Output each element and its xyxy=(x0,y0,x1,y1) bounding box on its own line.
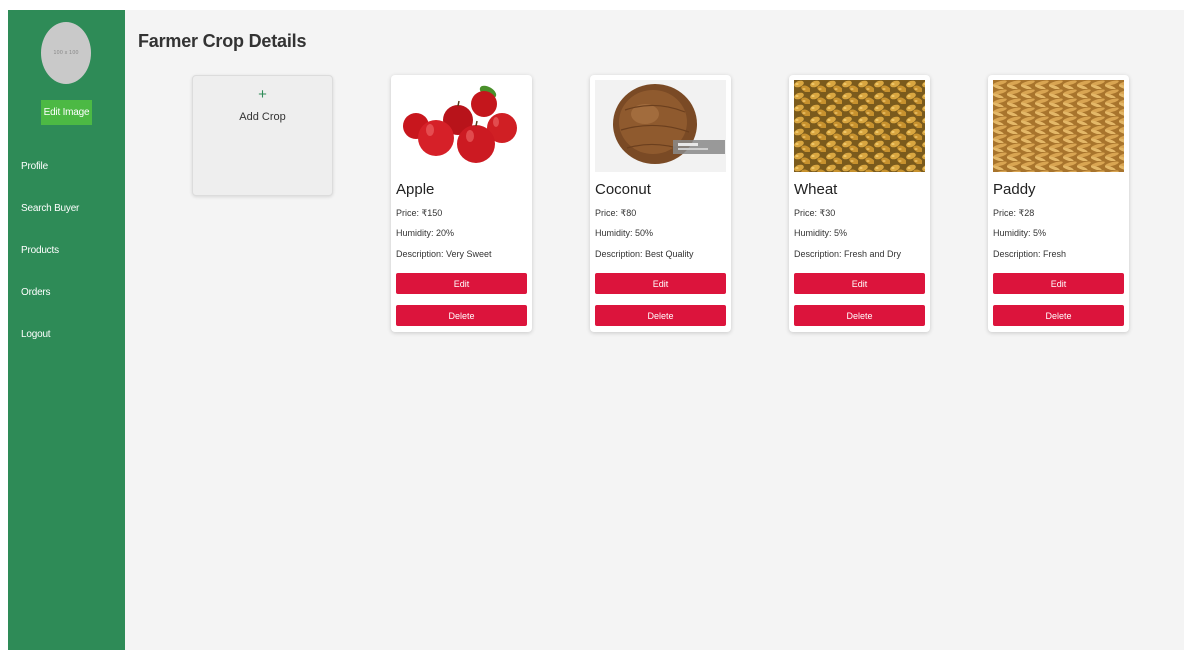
crop-name: Apple xyxy=(396,181,435,198)
add-crop-label: Add Crop xyxy=(239,111,286,123)
add-crop-card[interactable]: + Add Crop xyxy=(192,75,333,196)
avatar: 100 x 100 xyxy=(41,22,91,84)
crop-description: Description: Fresh and Dry xyxy=(794,249,902,259)
crop-description: Description: Very Sweet xyxy=(396,249,492,259)
crop-image-apple xyxy=(396,80,527,172)
crop-image-coconut xyxy=(595,80,726,172)
crop-humidity: Humidity: 20% xyxy=(396,228,455,238)
crop-price: Price: ₹80 xyxy=(595,208,637,218)
crop-image-paddy xyxy=(993,80,1124,172)
sidebar-item-logout[interactable]: Logout xyxy=(21,329,79,371)
crop-card: Paddy Price: ₹28 Humidity: 5% Descriptio… xyxy=(988,75,1129,332)
sidebar-nav: Profile Search Buyer Products Orders Log… xyxy=(21,161,79,371)
avatar-placeholder-text: 100 x 100 xyxy=(53,50,79,56)
crop-card: Wheat Price: ₹30 Humidity: 5% Descriptio… xyxy=(789,75,930,332)
edit-button[interactable]: Edit xyxy=(794,273,925,294)
crop-description: Description: Fresh xyxy=(993,249,1067,259)
edit-button[interactable]: Edit xyxy=(993,273,1124,294)
crop-price: Price: ₹30 xyxy=(794,208,836,218)
crop-humidity: Humidity: 5% xyxy=(794,228,848,238)
main-content: Farmer Crop Details + Add Crop Apple Pri… xyxy=(125,10,1184,650)
crop-description: Description: Best Quality xyxy=(595,249,694,259)
crop-name: Wheat xyxy=(794,181,838,198)
crop-humidity: Humidity: 50% xyxy=(595,228,654,238)
sidebar-item-products[interactable]: Products xyxy=(21,245,79,287)
plus-icon: + xyxy=(258,86,267,103)
crop-name: Coconut xyxy=(595,181,651,198)
edit-button[interactable]: Edit xyxy=(396,273,527,294)
crop-image-wheat xyxy=(794,80,925,172)
crop-price: Price: ₹150 xyxy=(396,208,443,218)
delete-button[interactable]: Delete xyxy=(595,305,726,326)
crop-price: Price: ₹28 xyxy=(993,208,1035,218)
edit-button[interactable]: Edit xyxy=(595,273,726,294)
sidebar: 100 x 100 Edit Image Profile Search Buye… xyxy=(8,10,125,650)
delete-button[interactable]: Delete xyxy=(396,305,527,326)
crop-card: Apple Price: ₹150 Humidity: 20% Descript… xyxy=(391,75,532,332)
sidebar-item-orders[interactable]: Orders xyxy=(21,287,79,329)
page-title: Farmer Crop Details xyxy=(138,31,307,51)
app-frame: 100 x 100 Edit Image Profile Search Buye… xyxy=(8,10,1184,650)
crop-humidity: Humidity: 5% xyxy=(993,228,1047,238)
delete-button[interactable]: Delete xyxy=(993,305,1124,326)
crop-card: Coconut Price: ₹80 Humidity: 50% Descrip… xyxy=(590,75,731,332)
delete-button[interactable]: Delete xyxy=(794,305,925,326)
sidebar-item-profile[interactable]: Profile xyxy=(21,161,79,203)
crop-name: Paddy xyxy=(993,181,1036,198)
edit-image-button[interactable]: Edit Image xyxy=(41,100,92,125)
sidebar-item-search-buyer[interactable]: Search Buyer xyxy=(21,203,79,245)
